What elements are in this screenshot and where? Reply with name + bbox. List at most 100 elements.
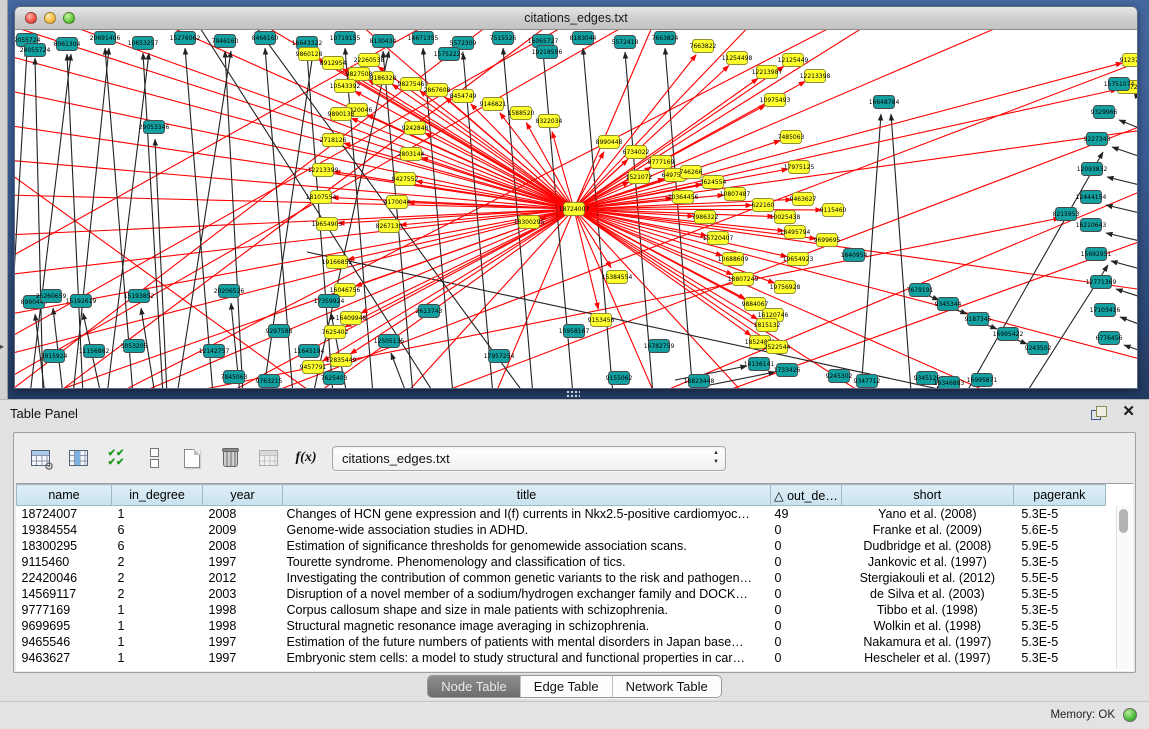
table-cell[interactable]: 1998 (203, 602, 283, 618)
column-header-out_de[interactable]: △ out_de… (771, 485, 842, 506)
table-row[interactable]: 1456911722003Disruption of a novel membe… (17, 586, 1106, 602)
table-cell[interactable]: 5.3E-5 (1013, 586, 1105, 602)
graph-node[interactable]: 6776456 (1096, 332, 1123, 345)
graph-node[interactable]: 2867608 (424, 84, 451, 97)
graph-node[interactable]: 12771369 (1086, 276, 1117, 289)
graph-node[interactable]: 20206526 (214, 285, 245, 298)
table-cell[interactable]: 5.3E-5 (1013, 602, 1105, 618)
table-cell[interactable]: 2008 (203, 506, 283, 523)
column-header-name[interactable]: name (17, 485, 112, 506)
table-cell[interactable]: Stergiakouli et al. (2012) (841, 570, 1013, 586)
table-cell[interactable]: 5.5E-5 (1013, 570, 1105, 586)
graph-node[interactable]: 19346883 (934, 377, 965, 389)
graph-node[interactable]: 25260659 (36, 290, 67, 303)
table-cell[interactable]: Genome-wide association studies in ADHD. (283, 522, 771, 538)
table-cell[interactable]: 1997 (203, 650, 283, 666)
graph-node[interactable]: 10807487 (720, 188, 751, 201)
graph-node[interactable]: 5572418 (612, 36, 639, 49)
graph-node[interactable]: 9827508 (346, 68, 373, 81)
graph-node[interactable]: 10543392 (330, 80, 361, 93)
graph-node[interactable]: 9227343 (1084, 133, 1111, 146)
table-cell[interactable]: 0 (771, 554, 842, 570)
table-cell[interactable]: 0 (771, 650, 842, 666)
vertical-scrollbar[interactable] (1116, 506, 1131, 669)
panel-splitter-grip[interactable] (566, 390, 580, 397)
table-cell[interactable]: 9777169 (17, 602, 112, 618)
column-header-pagerank[interactable]: pagerank (1013, 485, 1105, 506)
graph-node[interactable]: 9245302 (826, 370, 853, 383)
table-cell[interactable]: 2009 (203, 522, 283, 538)
table-cell[interactable]: Tibbo et al. (1998) (841, 602, 1013, 618)
graph-node[interactable]: 24055724 (20, 44, 51, 57)
graph-node[interactable]: 10958167 (559, 325, 590, 338)
graph-node[interactable]: 12093832 (1077, 163, 1108, 176)
graph-node[interactable]: 17975125 (784, 161, 815, 174)
graph-node[interactable]: 15751074 (1104, 78, 1135, 91)
column-header-in_degree[interactable]: in_degree (112, 485, 203, 506)
tab-network-table[interactable]: Network Table (612, 676, 721, 697)
graph-node[interactable]: 1640954 (841, 249, 868, 262)
table-cell[interactable]: 18724007 (17, 506, 112, 523)
graph-node[interactable]: 16782759 (644, 340, 675, 353)
network-canvas[interactable]: 1872400720557242405572480613042069140610… (15, 30, 1137, 388)
table-cell[interactable]: 1 (112, 506, 203, 523)
table-row[interactable]: 1830029562008Estimation of significance … (17, 538, 1106, 554)
table-cell[interactable]: 0 (771, 570, 842, 586)
graph-node[interactable]: 8466160 (252, 32, 279, 45)
graph-node[interactable]: 12835449 (326, 354, 357, 367)
table-cell[interactable]: Investigating the contribution of common… (283, 570, 771, 586)
graph-node[interactable]: 18495794 (780, 226, 811, 239)
graph-node[interactable]: 1733426 (774, 364, 801, 377)
graph-node[interactable]: 19654923 (783, 253, 814, 266)
graph-node[interactable]: 9155062 (606, 372, 633, 385)
table-cell[interactable]: 1997 (203, 634, 283, 650)
column-header-short[interactable]: short (841, 485, 1013, 506)
table-cell[interactable]: 0 (771, 602, 842, 618)
citation-graph[interactable]: 1872400720557242405572480613042069140610… (15, 30, 1137, 388)
column-header-year[interactable]: year (203, 485, 283, 506)
graph-node[interactable]: 7986322 (692, 211, 719, 224)
close-window-button[interactable] (25, 12, 37, 24)
graph-node[interactable]: 10688609 (718, 253, 749, 266)
graph-node[interactable]: 8183044 (570, 32, 597, 45)
close-panel-icon[interactable]: ✕ (1122, 404, 1135, 420)
graph-node[interactable]: 9329966 (1091, 106, 1118, 119)
graph-node[interactable]: 19654903 (312, 218, 343, 231)
graph-node[interactable]: 16210643 (1076, 219, 1107, 232)
graph-node[interactable]: 12444154 (1076, 191, 1107, 204)
table-cell[interactable]: 0 (771, 522, 842, 538)
table-cell[interactable]: 1 (112, 602, 203, 618)
table-cell[interactable]: Franke et al. (2009) (841, 522, 1013, 538)
table-cell[interactable]: Nakamura et al. (1997) (841, 634, 1013, 650)
graph-node[interactable]: 16409948 (336, 312, 367, 325)
graph-node[interactable]: 8912954 (320, 57, 347, 70)
graph-node[interactable]: 9699695 (814, 234, 841, 247)
graph-node[interactable]: 29053346 (139, 121, 170, 134)
minimize-window-button[interactable] (44, 12, 56, 24)
graph-node[interactable]: 8427552 (392, 173, 419, 186)
table-cell[interactable]: Disruption of a novel member of a sodium… (283, 586, 771, 602)
graph-node[interactable]: 17957254 (484, 350, 515, 363)
table-cell[interactable]: 6 (112, 538, 203, 554)
column-header-title[interactable]: title (283, 485, 771, 506)
graph-node[interactable]: 8322034 (536, 115, 563, 128)
graph-node[interactable]: 15384554 (602, 271, 633, 284)
graph-node[interactable]: 8990448 (596, 136, 623, 149)
table-cell[interactable]: 5.3E-5 (1013, 506, 1105, 523)
table-cell[interactable]: 2008 (203, 538, 283, 554)
graph-node[interactable]: 3624554 (700, 176, 727, 189)
graph-node[interactable]: 12142757 (199, 345, 230, 358)
graph-node[interactable]: 10975493 (760, 94, 791, 107)
table-cell[interactable]: Wolkin et al. (1998) (841, 618, 1013, 634)
graph-node[interactable]: 22260538 (354, 54, 385, 67)
table-cell[interactable]: de Silva et al. (2003) (841, 586, 1013, 602)
graph-node[interactable]: 7679191 (907, 284, 934, 297)
graph-node[interactable]: 10653257 (128, 37, 159, 50)
table-row[interactable]: 2242004622012Investigating the contribut… (17, 570, 1106, 586)
table-cell[interactable]: 5.3E-5 (1013, 618, 1105, 634)
graph-node[interactable]: 9890138 (328, 108, 355, 121)
table-cell[interactable]: 2012 (203, 570, 283, 586)
graph-node[interactable]: 7663824 (652, 32, 679, 45)
table-cell[interactable]: Estimation of significance thresholds fo… (283, 538, 771, 554)
graph-node[interactable]: 12213398 (800, 70, 831, 83)
